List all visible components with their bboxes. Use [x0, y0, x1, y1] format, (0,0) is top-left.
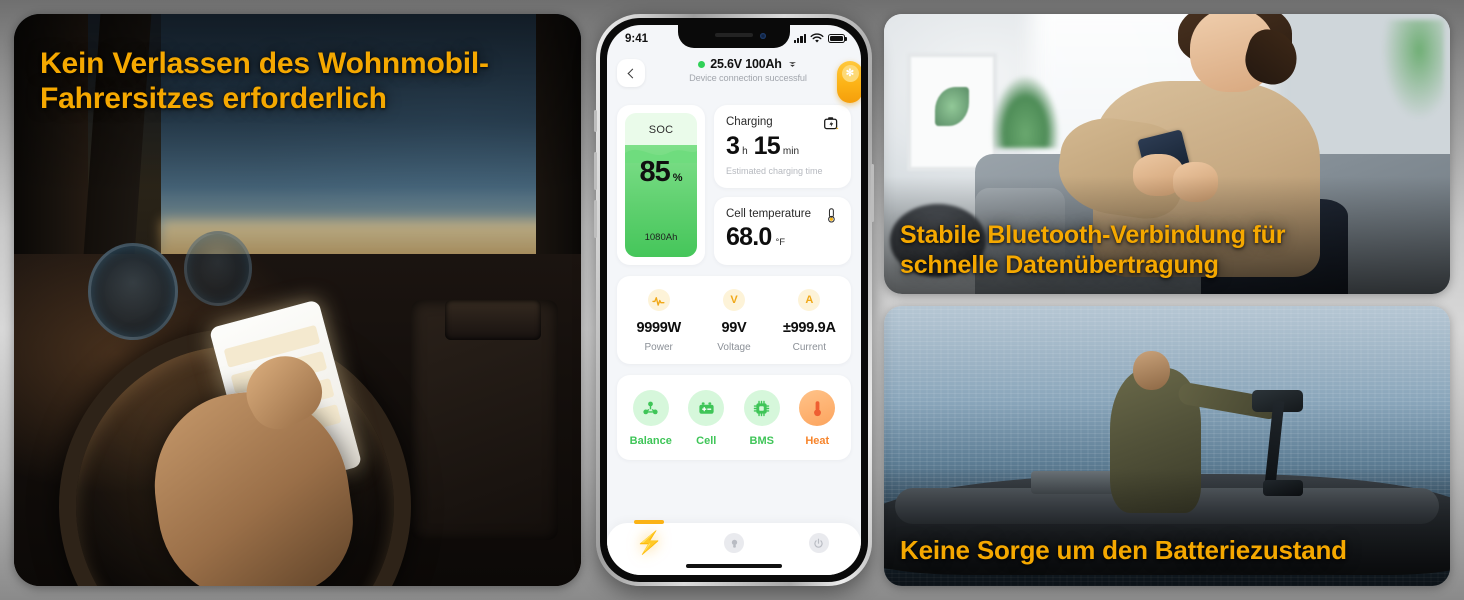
bolt-icon: ⚡ — [635, 530, 664, 555]
voltage-icon: V — [722, 289, 745, 311]
panel-bluetooth-connection: Stabile Bluetooth-Verbindung für schnell… — [884, 14, 1450, 294]
soc-value: 85 — [639, 156, 670, 188]
soc-card[interactable]: SOC 85 % 1080Ah — [617, 105, 705, 265]
charging-minutes-unit: min — [782, 146, 800, 157]
app-content: SOC 85 % 1080Ah Charging 3 h 15 min Esti… — [607, 105, 861, 575]
power-icon — [808, 533, 829, 553]
tab-power-switch[interactable] — [776, 523, 861, 575]
metric-voltage[interactable]: V 99V Voltage — [696, 289, 771, 353]
cell-temperature-card[interactable]: Cell temperature 68.0 °F — [714, 197, 851, 265]
charging-minutes: 15 — [753, 132, 781, 160]
metric-power-value: 9999W — [636, 320, 681, 336]
cell-battery-icon — [688, 390, 725, 426]
current-glyph: A — [805, 294, 814, 306]
panel-battery-health: Keine Sorge um den Batteriezustand — [884, 306, 1450, 586]
tool-bms-label: BMS — [749, 435, 774, 447]
front-camera-icon — [760, 33, 766, 39]
caption-left: Kein Verlassen des Wohnmobil-Fahrersitze… — [40, 47, 489, 116]
metric-current-value: ±999.9A — [783, 320, 836, 336]
battery-icon — [828, 34, 847, 43]
bluetooth-badge[interactable]: ✻ — [837, 61, 861, 103]
app-header: 25.6V 100Ah Device connection successful… — [607, 55, 861, 103]
charging-hours-unit: h — [742, 146, 748, 157]
bulb-icon — [724, 533, 744, 553]
charging-card[interactable]: Charging 3 h 15 min Estimated charging t… — [714, 105, 851, 188]
connection-status-dot — [698, 60, 706, 68]
back-button[interactable] — [617, 59, 645, 87]
cellular-signal-icon — [793, 34, 806, 43]
thermometer-icon — [828, 208, 835, 223]
tool-bms[interactable]: BMS — [734, 390, 790, 447]
device-title: 25.6V 100Ah — [710, 57, 782, 71]
cell-temperature-value: 68.0 — [726, 223, 772, 251]
charging-hours: 3 — [726, 132, 740, 160]
wifi-icon — [810, 33, 824, 43]
metric-power-label: Power — [644, 342, 673, 353]
soc-capacity: 1080Ah — [644, 232, 678, 243]
charging-subtitle: Estimated charging time — [726, 166, 823, 176]
chevron-down-icon[interactable] — [787, 59, 798, 70]
status-bar-time: 9:41 — [625, 32, 649, 45]
phone-screen: 9:41 25.6V 100Ah Device connection succe… — [607, 25, 861, 575]
tool-balance[interactable]: Balance — [623, 390, 679, 447]
metric-current-label: Current — [792, 342, 826, 353]
soc-label: SOC — [648, 124, 674, 136]
tab-power-monitor[interactable]: ⚡ — [607, 520, 692, 575]
connection-status-text: Device connection successful — [689, 73, 807, 83]
bms-chip-icon — [743, 390, 780, 426]
metric-voltage-label: Voltage — [717, 342, 751, 353]
metrics-card: 9999W Power V 99V Voltage A ±999.9A Curr… — [617, 276, 851, 364]
metric-power[interactable]: 9999W Power — [621, 289, 696, 353]
chevron-left-icon — [627, 68, 638, 78]
current-icon: A — [798, 289, 821, 311]
phone-notch — [678, 25, 790, 48]
phone-mockup: 9:41 25.6V 100Ah Device connection succe… — [594, 14, 874, 586]
cell-temperature-unit: °F — [775, 237, 786, 248]
voltage-glyph: V — [730, 294, 738, 306]
tools-card: Balance Cell BMS Heat — [617, 375, 851, 460]
tool-balance-label: Balance — [629, 435, 672, 447]
tool-cell[interactable]: Cell — [679, 390, 735, 447]
waveform-icon — [647, 289, 670, 311]
tool-cell-label: Cell — [696, 435, 717, 447]
panel-rv-driver-seat: ✳ Kein Verlassen des Wohnmobil-Fahrersit… — [14, 14, 581, 586]
balance-icon — [632, 390, 669, 426]
tool-heat-label: Heat — [805, 435, 830, 447]
bluetooth-icon: ✻ — [841, 65, 859, 82]
metric-current[interactable]: A ±999.9A Current — [772, 289, 847, 353]
home-indicator — [686, 564, 782, 568]
battery-charging-icon — [824, 117, 839, 130]
heat-thermometer-icon — [799, 390, 836, 426]
caption-top-right: Stabile Bluetooth-Verbindung für schnell… — [900, 221, 1286, 279]
metric-voltage-value: 99V — [721, 320, 747, 336]
caption-bottom-right: Keine Sorge um den Batteriezustand — [900, 535, 1347, 566]
tool-heat[interactable]: Heat — [790, 390, 846, 447]
soc-unit: % — [672, 172, 683, 184]
